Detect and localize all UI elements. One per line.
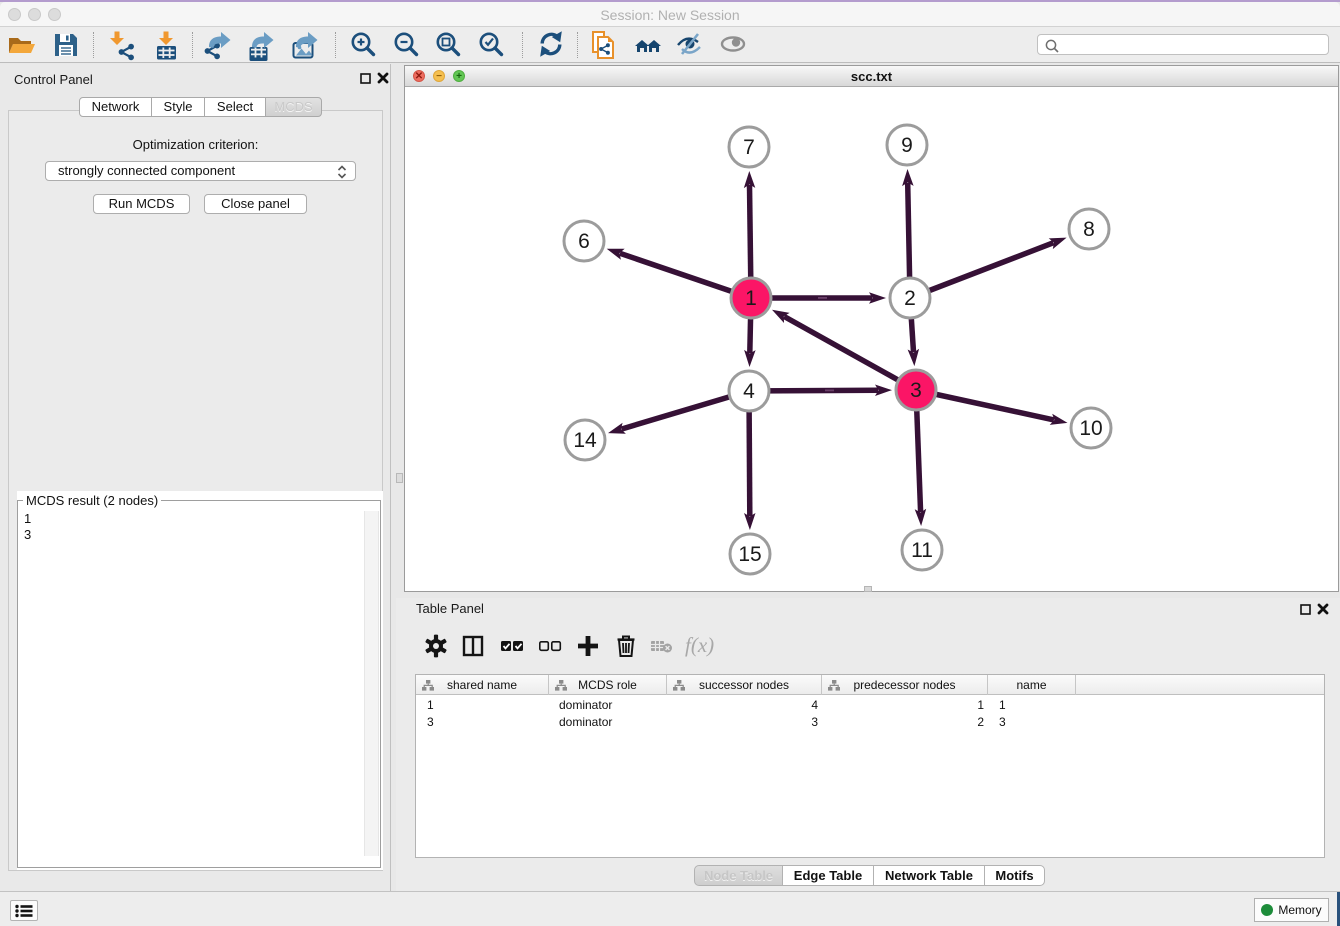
svg-text:14: 14 xyxy=(573,429,597,452)
svg-text:9: 9 xyxy=(901,134,913,157)
svg-text:7: 7 xyxy=(743,136,755,159)
svg-text:8: 8 xyxy=(1083,218,1095,241)
svg-text:10: 10 xyxy=(1079,417,1102,440)
svg-text:15: 15 xyxy=(738,543,761,566)
svg-text:4: 4 xyxy=(743,380,755,403)
svg-text:2: 2 xyxy=(904,287,916,310)
svg-text:3: 3 xyxy=(910,379,922,402)
svg-text:6: 6 xyxy=(578,230,590,253)
svg-text:11: 11 xyxy=(911,539,933,562)
svg-text:1: 1 xyxy=(745,287,757,310)
